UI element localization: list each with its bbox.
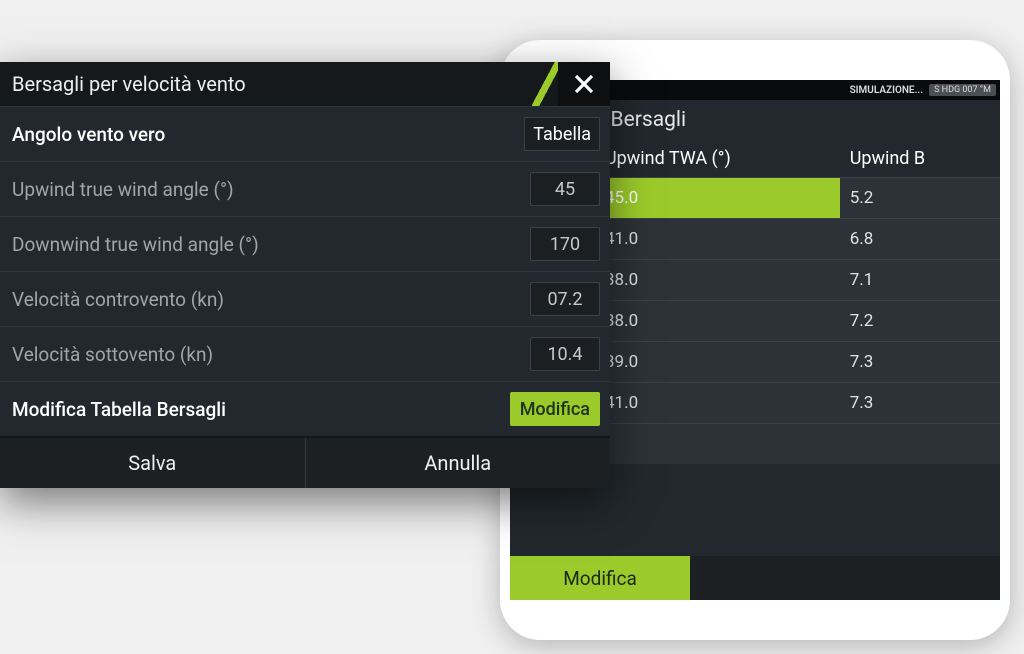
cell-bsp[interactable]: 7.3 [840, 342, 1000, 383]
status-heading: S HDG 007 °M [929, 84, 996, 96]
cell-twa[interactable]: 41.0 [595, 383, 840, 424]
header-accent-stripe [532, 62, 558, 106]
value-input[interactable]: 170 [530, 227, 600, 261]
row-true-wind-angle-mode[interactable]: Angolo vento vero Tabella [0, 106, 610, 161]
value-dropdown[interactable]: Tabella [524, 117, 600, 151]
cell-twa[interactable]: 38.0 [595, 260, 840, 301]
cell-bsp[interactable]: 7.2 [840, 301, 1000, 342]
close-icon [573, 73, 595, 95]
row-label: Upwind true wind angle (°) [12, 178, 530, 201]
targets-wind-speed-dialog: Bersagli per velocità vento Angolo vento… [0, 62, 610, 488]
cancel-button[interactable]: Annulla [305, 438, 611, 488]
cell-twa[interactable]: 41.0 [595, 219, 840, 260]
cell-bsp[interactable]: 6.8 [840, 219, 1000, 260]
status-simulation: SIMULAZIONE... [850, 85, 924, 96]
value-input[interactable]: 07.2 [530, 282, 600, 316]
cell-twa[interactable]: 45.0 [595, 178, 840, 219]
column-upwind-twa: Upwind TWA (°) [595, 140, 840, 178]
dialog-title: Bersagli per velocità vento [12, 72, 246, 96]
targets-table-footer: Modifica [510, 556, 1000, 600]
value-input[interactable]: 10.4 [530, 337, 600, 371]
row-label: Velocità sottovento (kn) [12, 343, 530, 366]
value-input[interactable]: 45 [530, 172, 600, 206]
cell-bsp[interactable]: 7.3 [840, 383, 1000, 424]
column-upwind-bsp: Upwind B [840, 140, 1000, 178]
dialog-footer: Salva Annulla [0, 436, 610, 488]
row-label: Angolo vento vero [12, 123, 524, 146]
cell-bsp[interactable]: 5.2 [840, 178, 1000, 219]
dialog-header: Bersagli per velocità vento [0, 62, 610, 106]
row-upwind-twa[interactable]: Upwind true wind angle (°) 45 [0, 161, 610, 216]
cell-twa[interactable]: 39.0 [595, 342, 840, 383]
close-button[interactable] [558, 62, 610, 106]
cell-bsp[interactable]: 7.1 [840, 260, 1000, 301]
row-label: Velocità controvento (kn) [12, 288, 530, 311]
cell-twa[interactable]: 38.0 [595, 301, 840, 342]
save-button[interactable]: Salva [0, 438, 305, 488]
row-upwind-speed[interactable]: Velocità controvento (kn) 07.2 [0, 271, 610, 326]
row-downwind-twa[interactable]: Downwind true wind angle (°) 170 [0, 216, 610, 271]
edit-table-button[interactable]: Modifica [510, 392, 600, 426]
modify-button[interactable]: Modifica [510, 556, 690, 600]
row-downwind-speed[interactable]: Velocità sottovento (kn) 10.4 [0, 326, 610, 381]
row-label: Modifica Tabella Bersagli [12, 398, 510, 421]
row-edit-targets-table[interactable]: Modifica Tabella Bersagli Modifica [0, 381, 610, 436]
row-label: Downwind true wind angle (°) [12, 233, 530, 256]
